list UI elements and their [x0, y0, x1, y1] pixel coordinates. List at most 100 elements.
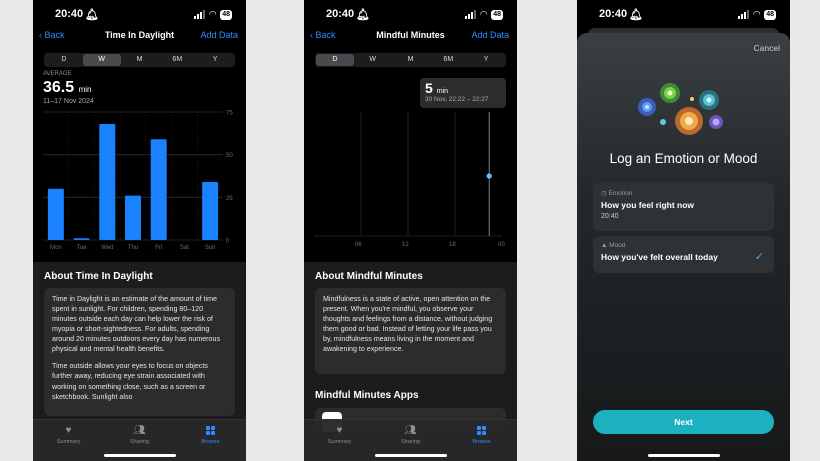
wifi-icon: ◠ — [480, 9, 488, 19]
phone-time-in-daylight: 20:40 🔔︎ ◠ 48 ‹ Back Time In Daylight Add… — [33, 0, 246, 461]
bar — [73, 238, 90, 240]
signal-icon — [194, 10, 206, 19]
nav-bar: ‹ Back Time In Daylight Add Data — [33, 30, 246, 46]
segment-month[interactable]: M — [121, 54, 159, 66]
flower-icon — [709, 115, 723, 129]
tooltip-date: 30 Nov, 22:22 – 22:27 — [425, 96, 489, 103]
average-unit: min — [78, 85, 92, 94]
signal-icon — [738, 10, 750, 19]
home-indicator — [103, 454, 176, 457]
tab-summary[interactable]: ♥ Summary — [33, 420, 104, 461]
daylight-bar-chart[interactable]: 75 50 25 0 Mon Tue Wed Thu Fri Sat Sun — [39, 108, 243, 254]
x-tick-label: 12 — [402, 242, 409, 248]
status-bar: 20:40 🔔︎ ◠ 48 — [33, 8, 246, 22]
x-tick-label: Fri — [155, 245, 162, 251]
tab-label: Summary — [56, 439, 81, 445]
flower-icon — [660, 83, 680, 103]
bell-icon: 🔔︎ — [85, 9, 99, 21]
tab-browse[interactable]: Browse — [446, 420, 517, 461]
flower-icon — [638, 98, 656, 116]
segment-month[interactable]: M — [392, 54, 430, 66]
flower-icon — [699, 90, 719, 110]
grid-icon — [446, 425, 517, 437]
segment-week[interactable]: W — [354, 54, 392, 66]
y-tick-label: 75 — [226, 111, 233, 117]
mood-option[interactable]: ▲ Mood How you've felt overall today ✓ — [593, 236, 774, 273]
segment-day[interactable]: D — [45, 54, 83, 66]
tab-label: Summary — [327, 439, 352, 445]
about-paragraph: Time in Daylight is an estimate of the a… — [52, 295, 220, 354]
tab-summary[interactable]: ♥ Summary — [304, 420, 375, 461]
cancel-button[interactable]: Cancel — [754, 43, 780, 53]
tab-label: Sharing — [401, 439, 420, 445]
heart-icon: ♥ — [65, 425, 72, 436]
tab-bar: ♥ Summary 👥︎ Sharing Browse — [304, 419, 517, 461]
about-card: Time in Daylight is an estimate of the a… — [44, 288, 235, 416]
mindful-chart[interactable]: 06 12 18 00 — [310, 108, 510, 254]
tooltip-unit: min — [436, 88, 448, 95]
option-kind: ◷ Emotion — [601, 189, 766, 197]
phone-mindful-minutes: 20:40 🔔︎ ◠ 48 ‹ Back Mindful Minutes Add … — [304, 0, 517, 461]
tab-browse[interactable]: Browse — [175, 420, 246, 461]
selection-tooltip: 5 min 30 Nov, 22:22 – 22:27 — [420, 78, 506, 108]
bell-icon: 🔔︎ — [629, 9, 643, 21]
signal-icon — [465, 10, 477, 19]
checkmark-icon: ✓ — [754, 251, 764, 263]
add-data-button[interactable]: Add Data — [471, 30, 509, 40]
option-kind: ▲ Mood — [601, 242, 766, 249]
bar — [99, 123, 116, 240]
nav-bar: ‹ Back Mindful Minutes Add Data — [304, 30, 517, 46]
people-icon: 👥︎ — [133, 425, 146, 436]
segment-day[interactable]: D — [316, 54, 354, 66]
x-tick-label: Thu — [128, 245, 138, 251]
segment-week[interactable]: W — [82, 54, 121, 66]
data-point — [486, 173, 492, 179]
bar — [202, 181, 219, 240]
y-tick-label: 50 — [226, 153, 233, 159]
x-tick-label: Mon — [50, 245, 62, 251]
about-paragraph: Time outside allows your eyes to focus o… — [52, 362, 208, 401]
status-bar: 20:40 🔔︎ ◠ 48 — [577, 8, 790, 22]
x-tick-label: Sat — [180, 245, 189, 251]
bar — [150, 139, 167, 240]
x-tick-label: Sun — [205, 245, 216, 251]
about-card: Mindfulness is a state of active, open a… — [315, 288, 506, 374]
range-segmented-control: D W M 6M Y — [315, 53, 506, 67]
tooltip-value: 5 min — [425, 80, 501, 96]
bar — [47, 188, 64, 240]
flower-illustration — [638, 83, 723, 135]
heart-icon: ♥ — [336, 425, 343, 436]
segment-6month[interactable]: 6M — [158, 54, 196, 66]
range-segmented-control: D W M 6M Y — [44, 53, 235, 67]
flower-icon — [675, 107, 703, 135]
home-indicator — [647, 454, 720, 457]
average-number: 36.5 — [43, 79, 75, 96]
segment-year[interactable]: Y — [467, 54, 505, 66]
option-time: 20:40 — [601, 213, 619, 220]
x-tick-label: 18 — [449, 242, 456, 248]
sheet-title: Log an Emotion or Mood — [609, 151, 758, 166]
battery-icon: 48 — [764, 9, 776, 20]
home-indicator — [374, 454, 447, 457]
about-title: About Time In Daylight — [44, 271, 153, 282]
next-button[interactable]: Next — [593, 410, 774, 434]
status-time: 20:40 — [599, 8, 628, 20]
tab-label: Browse — [201, 439, 220, 445]
wifi-icon: ◠ — [753, 9, 761, 19]
add-data-button[interactable]: Add Data — [200, 30, 238, 40]
option-title: How you've felt overall today — [601, 252, 718, 262]
people-icon: 👥︎ — [404, 425, 417, 436]
tooltip-number: 5 — [425, 80, 433, 96]
phone-log-mood: 20:40 🔔︎ ◠ 48 Cancel Log an Emotion or M… — [577, 0, 790, 461]
segment-6month[interactable]: 6M — [429, 54, 467, 66]
emotion-option[interactable]: ◷ Emotion How you feel right now 20:40 — [593, 183, 774, 231]
segment-year[interactable]: Y — [196, 54, 234, 66]
status-bar: 20:40 🔔︎ ◠ 48 — [304, 8, 517, 22]
about-title: About Mindful Minutes — [315, 271, 423, 282]
battery-icon: 48 — [220, 9, 232, 20]
bell-icon: 🔔︎ — [356, 9, 370, 21]
log-mood-sheet: Cancel Log an Emotion or Mood ◷ Emotion — [577, 33, 790, 461]
about-paragraph: Mindfulness is a state of active, open a… — [323, 295, 493, 354]
x-tick-label: Wed — [101, 245, 113, 251]
bar — [125, 195, 141, 240]
